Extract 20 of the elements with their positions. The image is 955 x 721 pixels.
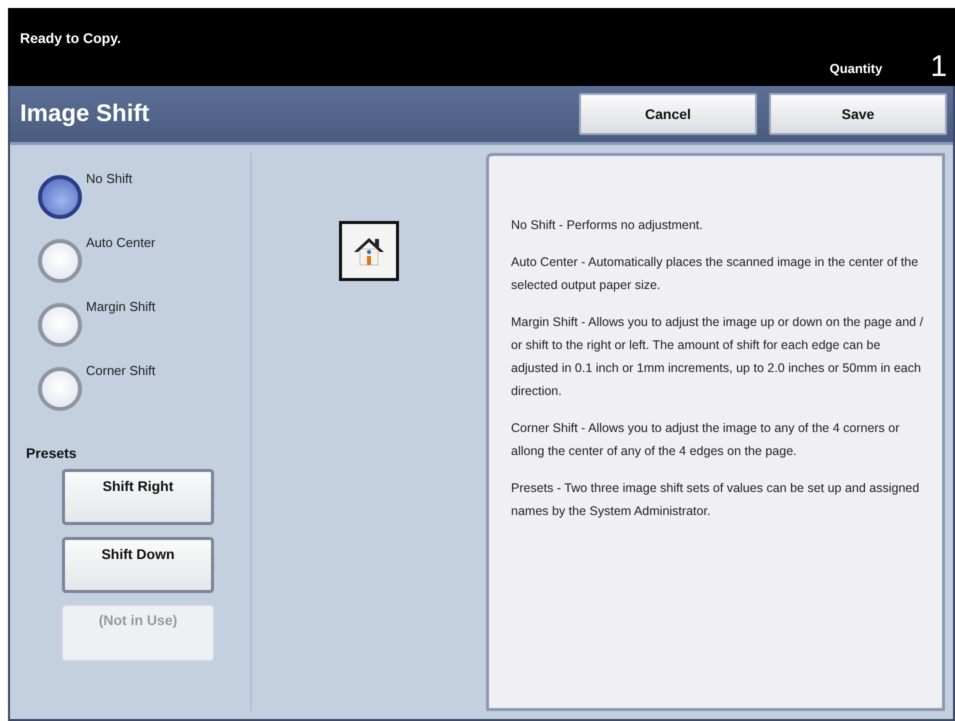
cancel-button[interactable]: Cancel: [579, 93, 757, 135]
radio-option[interactable]: Auto Center: [38, 235, 250, 299]
help-paragraph: Auto Center - Automatically places the scanned image in the center of the selected output paper size.: [511, 254, 920, 294]
help-paragraph: Corner Shift - Allows you to adjust the image to any of the 4 corners or allong the center of any of the 4 edges on the page.: [511, 420, 900, 460]
preset-button[interactable]: Shift Down: [62, 537, 214, 593]
house-icon: [352, 235, 386, 267]
save-button[interactable]: Save: [769, 93, 947, 135]
help-paragraph: Margin Shift - Allows you to adjust the image up or down on the page and / or shift to the right or left. The amount of shift for each edge can be adjusted in 0.1 inch or 1mm increments, up to 2.0 inches or 50mm in each direction.: [511, 314, 924, 400]
preset-button[interactable]: Shift Right: [62, 469, 214, 525]
help-paragraph: Presets - Two three image shift sets of values can be set up and assigned names by the System Administrator.: [511, 480, 920, 520]
radio-option[interactable]: No Shift: [38, 171, 250, 235]
quantity-value: 1: [930, 52, 947, 82]
help-paragraph: No Shift - Performs no adjustment.: [511, 217, 704, 234]
screen-title: Image Shift: [20, 100, 150, 128]
quantity-label: Quantity: [830, 61, 882, 76]
status-message: Ready to Copy.: [20, 30, 121, 48]
presets-heading: Presets: [26, 445, 78, 461]
radio-option[interactable]: Corner Shift: [38, 363, 250, 427]
home-button[interactable]: [339, 221, 399, 281]
radio-option[interactable]: Margin Shift: [38, 299, 250, 363]
